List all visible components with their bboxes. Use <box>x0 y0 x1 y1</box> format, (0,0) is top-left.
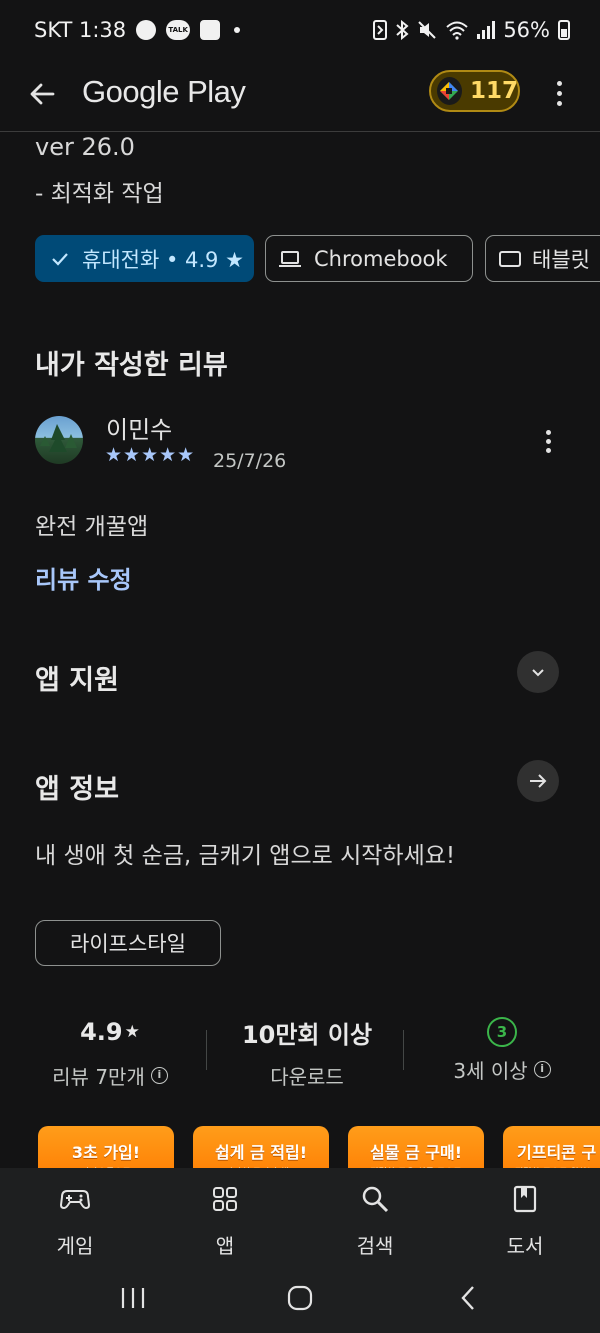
nav-label: 검색 <box>356 1234 394 1258</box>
tablet-icon <box>499 250 521 267</box>
status-left: SKT 1:38 TALK <box>34 18 241 42</box>
page-title: Google Play <box>82 74 246 109</box>
gamepad-icon <box>60 1190 90 1210</box>
info-icon[interactable]: i <box>150 1067 168 1084</box>
search-icon <box>362 1186 389 1213</box>
apps-grid-icon <box>213 1187 237 1211</box>
play-points-chip[interactable]: 117 <box>429 70 520 112</box>
check-icon <box>52 252 68 266</box>
nav-label: 도서 <box>506 1234 544 1258</box>
device-chip-phone[interactable]: 휴대전화 • 4.9 ★ <box>35 235 254 282</box>
review-star-rating: ★★★★★ <box>105 444 196 466</box>
back-button[interactable] <box>24 76 60 112</box>
wifi-icon <box>446 21 468 40</box>
review-more-button[interactable] <box>538 426 558 456</box>
stat-divider <box>403 1030 404 1070</box>
rating-value: 4.9 <box>80 1018 123 1046</box>
system-back-button[interactable] <box>440 1280 496 1316</box>
home-icon <box>287 1285 313 1311</box>
banner-title: 쉽게 금 적립! <box>214 1143 308 1162</box>
status-right: 56% <box>373 18 570 42</box>
nav-item-search[interactable]: 검색 <box>320 1180 430 1259</box>
age-rating-stat: 3 3세 이상 i <box>420 1015 584 1084</box>
arrow-forward-icon <box>530 774 547 788</box>
star-icon: ★ <box>124 1022 140 1042</box>
mute-icon <box>418 21 437 39</box>
nav-item-books[interactable]: 도서 <box>470 1180 580 1259</box>
laptop-icon <box>279 250 301 267</box>
more-vert-icon <box>556 80 562 86</box>
nfc-icon <box>373 20 388 40</box>
app-support-expand-button[interactable] <box>517 651 559 693</box>
battery-icon <box>558 20 570 40</box>
about-app-heading: 앱 정보 <box>35 774 119 805</box>
more-notifications-dot-icon <box>234 27 241 33</box>
rating-stat: 4.9 ★ 리뷰 7만개 i <box>28 1015 192 1090</box>
category-chip[interactable]: 라이프스타일 <box>35 920 221 966</box>
edit-review-link[interactable]: 리뷰 수정 <box>35 560 132 595</box>
rating-count: 리뷰 7만개 <box>52 1065 145 1089</box>
device-chip-label: Chromebook <box>314 246 448 271</box>
play-points-icon <box>437 77 462 105</box>
device-chip-chromebook[interactable]: Chromebook <box>265 235 473 282</box>
downloads-label: 다운로드 <box>270 1065 344 1089</box>
more-options-button[interactable] <box>544 76 574 110</box>
battery-percent: 56% <box>503 18 550 42</box>
chevron-down-icon <box>532 669 544 677</box>
arrow-back-icon <box>30 83 55 105</box>
my-review-heading: 내가 작성한 리뷰 <box>35 350 228 381</box>
review-body: 완전 개꿀앱 <box>35 514 149 540</box>
app-bar: Google Play 117 <box>0 62 600 132</box>
book-icon <box>513 1185 537 1213</box>
banner-title: 실물 금 구매! <box>369 1143 463 1162</box>
pill-notification-icon <box>136 20 157 40</box>
device-chip-label: 태블릿 <box>532 247 590 272</box>
home-button[interactable] <box>272 1280 328 1316</box>
about-app-arrow-button[interactable] <box>517 760 559 802</box>
more-vert-icon <box>545 429 551 435</box>
device-chip-tablet[interactable]: 태블릿 <box>485 235 600 282</box>
age-rating-label: 3세 이상 <box>453 1059 528 1083</box>
age-rating-badge: 3 <box>487 1017 517 1047</box>
review-date: 25/7/26 <box>213 450 287 472</box>
nav-label: 게임 <box>56 1234 94 1258</box>
nav-item-apps[interactable]: 앱 <box>170 1180 280 1259</box>
kakaotalk-notification-icon: TALK <box>166 20 191 40</box>
change-log-text: - 최적화 작업 <box>35 181 164 207</box>
news-notification-icon <box>200 20 221 40</box>
system-back-icon <box>461 1286 474 1310</box>
signal-icon <box>477 21 496 39</box>
nav-label: 앱 <box>215 1234 235 1258</box>
device-chip-label: 휴대전화 • 4.9 ★ <box>82 247 244 272</box>
banner-title: 기프티콘 구 <box>517 1143 597 1162</box>
nav-item-games[interactable]: 게임 <box>20 1180 130 1259</box>
reviewer-avatar <box>35 416 83 464</box>
status-bar: SKT 1:38 TALK 56% <box>0 0 600 62</box>
downloads-stat: 10만회 이상 다운로드 <box>221 1015 393 1090</box>
carrier-time: SKT 1:38 <box>34 18 127 42</box>
downloads-value: 10만회 이상 <box>241 1020 373 1049</box>
version-text: ver 26.0 <box>35 133 135 161</box>
app-support-heading: 앱 지원 <box>35 665 119 696</box>
reviewer-name: 이민수 <box>106 416 173 444</box>
info-icon[interactable]: i <box>533 1061 551 1078</box>
banner-title: 3초 가입! <box>71 1143 141 1162</box>
stat-divider <box>206 1030 207 1070</box>
recent-apps-icon <box>121 1288 145 1308</box>
recent-apps-button[interactable] <box>105 1280 161 1316</box>
app-description: 내 생애 첫 순금, 금캐기 앱으로 시작하세요! <box>35 843 456 869</box>
play-points-value: 117 <box>469 78 518 104</box>
bluetooth-icon <box>396 20 409 40</box>
